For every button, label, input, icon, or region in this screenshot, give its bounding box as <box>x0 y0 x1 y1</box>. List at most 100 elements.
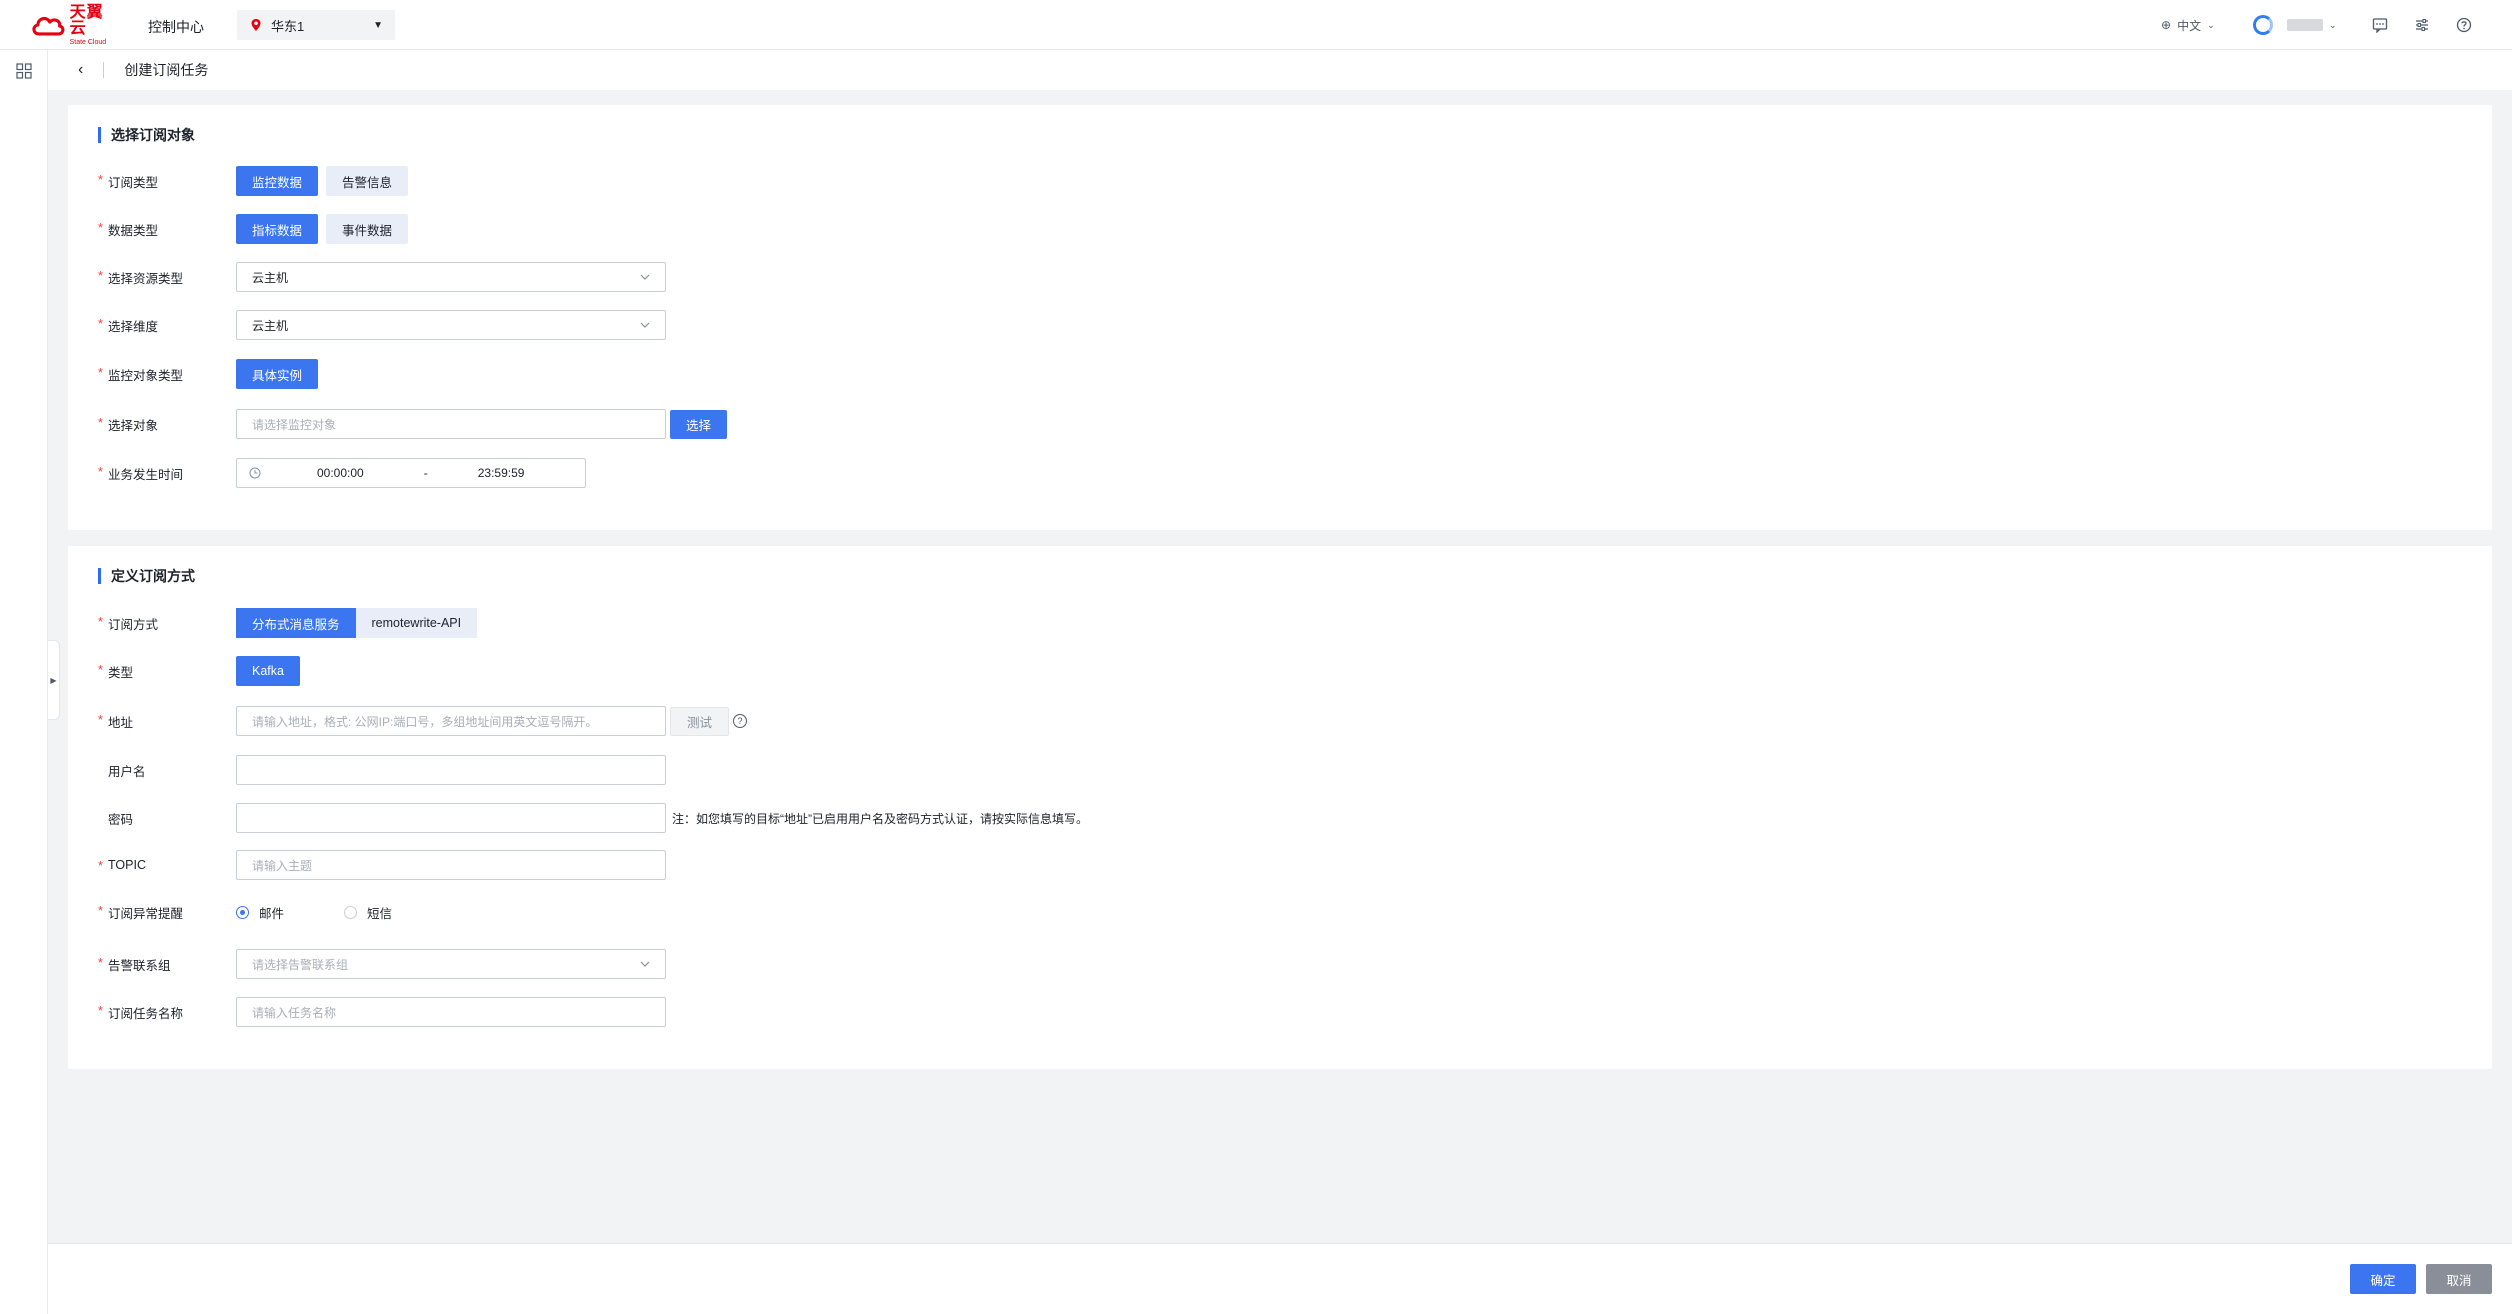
biz-time-row: 业务发生时间 00:00:00 - 23:59:59 <box>98 458 586 488</box>
topic-placeholder: 请输入主题 <box>252 858 313 873</box>
dimension-select[interactable]: 云主机 <box>236 310 666 340</box>
select-object-row: 选择对象 请选择监控对象 选择 <box>98 409 735 439</box>
password-input[interactable] <box>236 803 666 833</box>
username-input[interactable] <box>236 755 666 785</box>
data-type-event-button[interactable]: 事件数据 <box>326 214 409 244</box>
contact-group-label: 告警联系组 <box>98 955 236 974</box>
console-link[interactable]: 控制中心 <box>148 17 204 37</box>
resource-type-row: 选择资源类型 云主机 <box>98 262 666 292</box>
alert-row: 订阅异常提醒 邮件 短信 <box>98 897 452 927</box>
message-icon[interactable] <box>2370 15 2390 35</box>
data-type-metric-button[interactable]: 指标数据 <box>236 214 319 244</box>
alert-label: 订阅异常提醒 <box>98 903 236 922</box>
app-grid-icon[interactable] <box>15 62 33 80</box>
resource-type-value: 云主机 <box>252 270 289 285</box>
dimension-row: 选择维度 云主机 <box>98 310 666 340</box>
type-kafka-button[interactable]: Kafka <box>236 656 300 686</box>
password-note: 注：如您填写的目标“地址”已启用用户名及密码方式认证，请按实际信息填写。 <box>672 811 1088 826</box>
brand-logo[interactable]: 天翼云 State Cloud <box>30 4 120 46</box>
back-arrow-icon[interactable]: ‹ <box>78 61 83 79</box>
resource-type-label: 选择资源类型 <box>98 268 236 287</box>
location-pin-icon <box>251 19 261 31</box>
object-type-instance-button[interactable]: 具体实例 <box>236 359 319 389</box>
password-row: 密码 注：如您填写的目标“地址”已启用用户名及密码方式认证，请按实际信息填写。 <box>98 803 1088 833</box>
username-label: 用户名 <box>108 764 146 779</box>
sub-type-alert-button[interactable]: 告警信息 <box>326 166 409 196</box>
address-row: 地址 请输入地址，格式: 公网IP:端口号，多组地址间用英文逗号隔开。 测试 ? <box>98 706 748 736</box>
task-name-row: 订阅任务名称 请输入任务名称 <box>98 997 666 1027</box>
address-placeholder: 请输入地址，格式: 公网IP:端口号，多组地址间用英文逗号隔开。 <box>252 714 598 729</box>
help-icon[interactable]: ? <box>733 714 748 728</box>
select-object-placeholder: 请选择监控对象 <box>252 417 337 432</box>
chevron-down-icon: ⌄ <box>2329 19 2337 30</box>
alert-sms-radio[interactable]: 短信 <box>344 903 392 922</box>
biz-time-label: 业务发生时间 <box>98 464 236 483</box>
define-method-card: 定义订阅方式 订阅方式 分布式消息服务 remotewrite-API 类型 K… <box>68 546 2492 1069</box>
select-object-card: 选择订阅对象 订阅类型 监控数据 告警信息 数据类型 指标数据 事件数据 选择资… <box>68 105 2492 530</box>
language-label: 中文 <box>2177 18 2202 33</box>
sidebar-expand-toggle[interactable]: ▶ <box>48 640 60 720</box>
top-header: 天翼云 State Cloud 控制中心 华东1 ▼ ⊕ 中文 ⌄ ⌄ <box>0 0 2512 50</box>
chevron-down-icon <box>640 961 650 967</box>
type-label: 类型 <box>98 662 236 681</box>
alert-email-label: 邮件 <box>259 906 285 921</box>
radio-unchecked-icon <box>344 905 358 919</box>
password-label: 密码 <box>108 812 134 827</box>
cloud-logo-icon <box>32 16 65 36</box>
section-title: 选择订阅对象 <box>98 127 195 143</box>
cancel-button[interactable]: 取消 <box>2426 1264 2492 1294</box>
task-name-placeholder: 请输入任务名称 <box>252 1005 337 1020</box>
select-object-button[interactable]: 选择 <box>670 409 728 439</box>
logo-cn-text: 天翼云 <box>69 3 104 37</box>
alert-email-radio[interactable]: 邮件 <box>236 903 284 922</box>
chevron-down-icon <box>640 274 650 280</box>
sub-type-monitor-button[interactable]: 监控数据 <box>236 166 319 196</box>
method-remotewrite-button[interactable]: remotewrite-API <box>355 608 478 638</box>
username-row: 用户名 <box>98 755 666 785</box>
task-name-input[interactable]: 请输入任务名称 <box>236 997 666 1027</box>
time-range-picker[interactable]: 00:00:00 - 23:59:59 <box>236 458 586 488</box>
user-menu[interactable]: ⌄ <box>2253 0 2337 50</box>
type-row: 类型 Kafka <box>98 656 308 686</box>
globe-icon: ⊕ <box>2161 18 2172 32</box>
method-dms-button[interactable]: 分布式消息服务 <box>236 608 356 638</box>
task-name-label: 订阅任务名称 <box>98 1003 236 1022</box>
start-time: 00:00:00 <box>317 466 364 480</box>
avatar <box>2253 15 2273 35</box>
clock-icon <box>249 467 261 479</box>
topic-row: TOPIC 请输入主题 <box>98 850 666 880</box>
topic-input[interactable]: 请输入主题 <box>236 850 666 880</box>
page-title: 创建订阅任务 <box>124 62 209 78</box>
contact-group-select[interactable]: 请选择告警联系组 <box>236 949 666 979</box>
method-label: 订阅方式 <box>98 614 236 633</box>
sub-type-row: 订阅类型 监控数据 告警信息 <box>98 166 416 196</box>
topic-label: TOPIC <box>98 858 236 873</box>
time-separator: - <box>423 466 428 480</box>
address-label: 地址 <box>98 712 236 731</box>
breadcrumb: ‹ 创建订阅任务 <box>48 50 2512 90</box>
section-title: 定义订阅方式 <box>98 568 195 584</box>
region-selector[interactable]: 华东1 ▼ <box>237 10 395 40</box>
test-button[interactable]: 测试 <box>670 706 730 736</box>
address-input[interactable]: 请输入地址，格式: 公网IP:端口号，多组地址间用英文逗号隔开。 <box>236 706 666 736</box>
object-type-label: 监控对象类型 <box>98 365 236 384</box>
logo-en-text: State Cloud <box>69 38 107 46</box>
header-tools <box>2370 0 2474 50</box>
confirm-button[interactable]: 确定 <box>2350 1264 2416 1294</box>
alert-sms-label: 短信 <box>367 906 393 921</box>
contact-group-placeholder: 请选择告警联系组 <box>252 957 349 972</box>
select-object-label: 选择对象 <box>98 415 236 434</box>
chevron-down-icon: ⌄ <box>2207 19 2215 30</box>
object-type-row: 监控对象类型 具体实例 <box>98 359 326 389</box>
caret-right-icon: ▶ <box>50 675 57 685</box>
resource-type-select[interactable]: 云主机 <box>236 262 666 292</box>
region-name: 华东1 <box>271 18 305 34</box>
dimension-value: 云主机 <box>252 318 289 333</box>
help-icon[interactable] <box>2454 15 2474 35</box>
settings-sliders-icon[interactable] <box>2412 15 2432 35</box>
data-type-row: 数据类型 指标数据 事件数据 <box>98 214 416 244</box>
username-masked <box>2287 19 2323 31</box>
language-switch[interactable]: ⊕ 中文 ⌄ <box>2158 0 2218 50</box>
footer-bar: 确定 取消 <box>48 1243 2512 1314</box>
select-object-input[interactable]: 请选择监控对象 <box>236 409 666 439</box>
